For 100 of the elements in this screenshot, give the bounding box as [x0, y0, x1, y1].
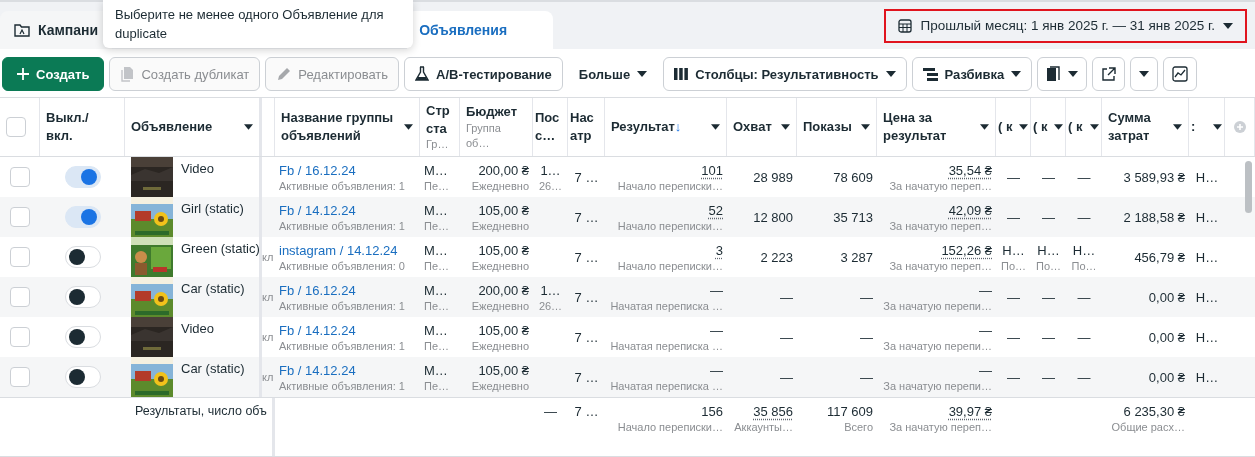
cell-subtext: По…	[1071, 259, 1097, 272]
table-cell: Н…	[1002, 242, 1025, 258]
column-header[interactable]: Нас атр	[570, 109, 602, 145]
table-cell: —	[710, 282, 723, 298]
table-cell: —	[710, 322, 723, 338]
column-header[interactable]: ( к	[998, 118, 1015, 136]
ad-set-link[interactable]: instagram / 14.12.24	[279, 242, 398, 258]
cell-subtext: Начатая переписка …	[610, 379, 723, 392]
table-cell: —	[1007, 209, 1020, 225]
toolbar-button[interactable]: Разбивка	[911, 57, 1033, 91]
table-cell: 7 …	[574, 289, 599, 305]
date-range-button[interactable]: Прошлый месяц: 1 янв 2025 г. — 31 янв 2025 г.	[884, 8, 1247, 43]
table-cell: —	[780, 329, 793, 345]
table-cell: 78 609	[833, 169, 873, 185]
table-cell: 3 287	[840, 249, 873, 265]
cell-subtext: Активные объявления: 1	[279, 339, 405, 352]
column-header[interactable]: Показы	[803, 118, 857, 136]
table-cell: М…	[424, 162, 448, 178]
table-cell: 7 …	[574, 209, 599, 225]
table-cell: —	[1007, 289, 1020, 305]
cell-subtext: Пе…	[424, 339, 450, 352]
table-cell: 1…	[540, 162, 561, 178]
cell-subtext: 26…	[538, 179, 563, 192]
column-header[interactable]: Название группы объявлений	[281, 109, 400, 145]
table-cell: Н…	[1195, 289, 1219, 305]
table-cell: 2 188,58 ₴	[1123, 209, 1185, 225]
ad-name[interactable]: Car (static)	[181, 277, 245, 296]
column-header[interactable]: Бюджет	[466, 103, 526, 121]
ad-name[interactable]: Car (static)	[181, 357, 245, 376]
cell-subtext: Начатая переписка …	[610, 299, 723, 312]
table-cell: —	[860, 329, 873, 345]
cell-subtext: Пе…	[424, 179, 450, 192]
cell-subtext: Активные объявления: 1	[279, 219, 405, 232]
tab[interactable]: Объявления	[407, 11, 554, 49]
table-cell: Н…	[1195, 329, 1219, 345]
table-cell: 35,54 ₴	[948, 162, 992, 178]
ad-name[interactable]: Girl (static)	[181, 197, 244, 216]
table-cell: —	[1007, 169, 1020, 185]
cell-subtext: Начало переписки…	[617, 179, 723, 192]
cell-subtext: Общие расх…	[1111, 421, 1185, 433]
table-cell: 2 223	[760, 249, 793, 265]
cell-subtext: За начатую перепи…	[883, 299, 992, 312]
tab[interactable]: Кампани	[0, 11, 113, 49]
cell-subtext: Начало переписки…	[617, 421, 723, 433]
table-cell: 456,79 ₴	[1134, 249, 1185, 265]
summary-value: 7 …	[574, 404, 599, 419]
column-subheader: Гр…	[426, 137, 450, 152]
table-cell: М…	[424, 282, 448, 298]
table-cell: —	[1007, 329, 1020, 345]
column-header[interactable]: Результат↓	[611, 118, 707, 136]
table-cell: 7 …	[574, 369, 599, 385]
ad-name[interactable]: Video	[181, 317, 214, 336]
table-cell: Н…	[1195, 209, 1219, 225]
column-header[interactable]: Стр ста	[426, 102, 453, 138]
table-cell: 7 …	[574, 329, 599, 345]
column-header[interactable]: ( к	[1033, 118, 1050, 136]
column-header[interactable]: Выкл./ вкл.	[46, 109, 118, 145]
table-cell: Н…	[1037, 242, 1060, 258]
ad-name[interactable]: Video	[181, 157, 214, 176]
table-cell: —	[780, 369, 793, 385]
toolbar-button[interactable]: A/B-тестирование	[404, 57, 563, 91]
ad-set-link[interactable]: Fb / 14.12.24	[279, 362, 356, 378]
summary-value: 39,97 ₴	[948, 404, 992, 419]
cell-subtext: Ежедневно	[471, 339, 529, 352]
table-cell: 200,00 ₴	[478, 162, 529, 178]
summary-value: —	[544, 404, 557, 419]
cell-subtext: Активные объявления: 1	[279, 299, 405, 312]
table-cell: кл	[262, 291, 274, 303]
column-header[interactable]: :	[1191, 118, 1209, 136]
ad-set-link[interactable]: Fb / 14.12.24	[279, 322, 356, 338]
ad-name[interactable]: Green (static)	[181, 237, 259, 256]
cell-subtext: По…	[1036, 259, 1061, 272]
table-cell: 200,00 ₴	[478, 282, 529, 298]
toolbar-button[interactable]: Столбцы: Результативность	[663, 57, 907, 91]
column-header[interactable]: Объявление	[131, 118, 240, 136]
column-header[interactable]: ( к	[1068, 118, 1086, 136]
table-cell: 52	[708, 202, 723, 218]
toolbar-button[interactable]: Создать	[2, 57, 105, 91]
table-cell: —	[1077, 289, 1091, 305]
table-cell: —	[1042, 169, 1055, 185]
table-cell: 42,09 ₴	[948, 202, 992, 218]
table-cell: 3	[715, 242, 723, 258]
column-header[interactable]: Цена за результат	[883, 109, 976, 145]
column-subheader: Группа об…	[466, 120, 502, 151]
ad-set-link[interactable]: Fb / 16.12.24	[279, 162, 356, 178]
summary-value: 35 856	[753, 404, 793, 419]
ad-set-link[interactable]: Fb / 16.12.24	[279, 282, 356, 298]
table-cell: —	[1042, 329, 1055, 345]
tooltip: Выберите не менее одного Объявление для duplicate	[103, 0, 413, 48]
cell-subtext: Аккаунты…	[734, 421, 793, 433]
table-cell: М…	[424, 322, 448, 338]
cell-subtext: Активные объявления: 1	[279, 379, 405, 392]
table-cell: 105,00 ₴	[478, 322, 529, 338]
column-header[interactable]: Пос с…	[535, 109, 565, 145]
table-cell: —	[979, 322, 992, 338]
column-header[interactable]: Охват	[733, 118, 777, 136]
cell-subtext: За начатую переп…	[889, 219, 992, 232]
table-cell: —	[710, 362, 723, 378]
ad-set-link[interactable]: Fb / 14.12.24	[279, 202, 356, 218]
column-header[interactable]: Сумма затрат	[1108, 109, 1169, 145]
